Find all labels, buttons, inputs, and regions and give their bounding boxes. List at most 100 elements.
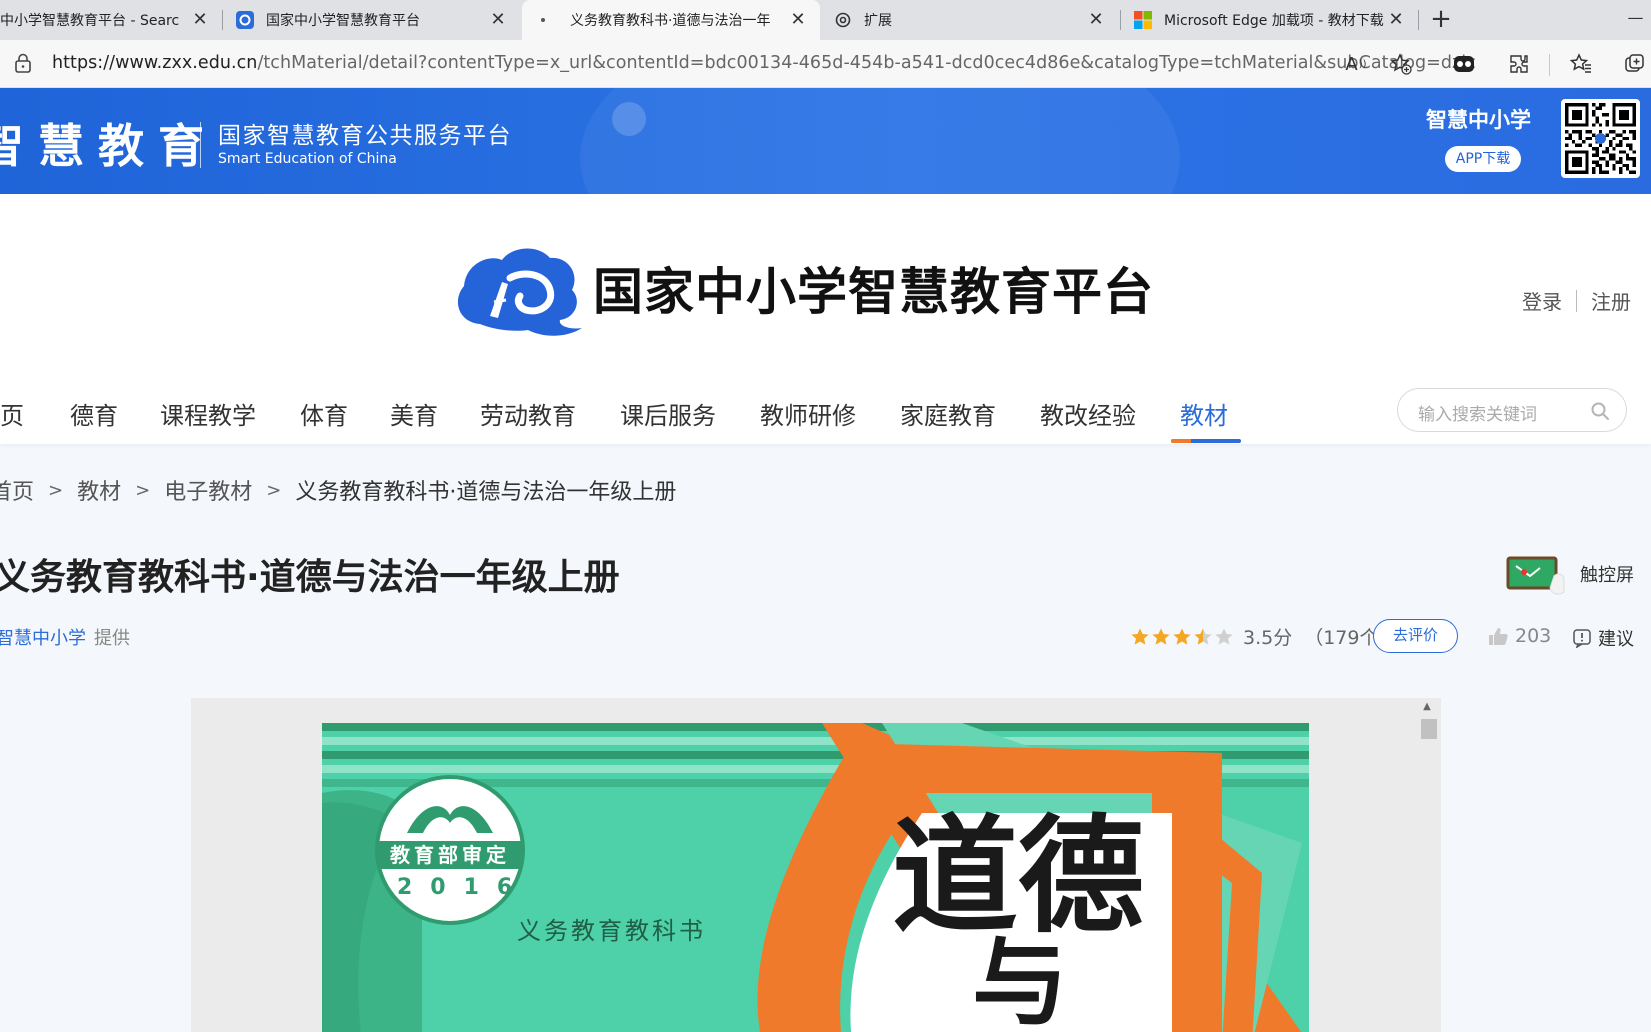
breadcrumb: 首页 > 教材 > 电子教材 > 义务教育教科书·道德与法治一年级上册 xyxy=(0,474,676,506)
read-aloud-icon[interactable]: A)) xyxy=(1342,50,1370,78)
close-icon[interactable]: ✕ xyxy=(1086,10,1106,30)
banner-title[interactable]: 国家智慧教育公共服务平台 xyxy=(218,116,512,150)
auth-links: 登录 注册 xyxy=(1522,286,1631,315)
textbook-viewer[interactable]: ▲ 教育部审定 2016 义务教育教科书 道德 与 xyxy=(191,698,1441,1032)
collections-app-icon[interactable] xyxy=(1450,50,1478,78)
tab-title: 扩展 xyxy=(864,13,892,29)
read-aloud-glyph: A xyxy=(1345,53,1358,75)
nav-item-courses[interactable]: 课程教学 xyxy=(160,396,256,431)
tab-divider xyxy=(1120,10,1121,30)
nav-item-labor[interactable]: 劳动教育 xyxy=(480,396,576,431)
close-icon[interactable]: ✕ xyxy=(190,10,210,30)
nav-item-reform[interactable]: 教改经验 xyxy=(1040,396,1136,431)
tab-divider xyxy=(1418,10,1419,30)
close-icon[interactable]: ✕ xyxy=(788,10,808,30)
auth-divider xyxy=(1576,289,1577,312)
star-icon xyxy=(1173,628,1191,645)
star-icon xyxy=(1194,628,1212,645)
touch-screen-label: 触控屏 xyxy=(1580,565,1634,586)
banner-subtitle: Smart Education of China xyxy=(218,151,397,167)
provider-line: 智慧中小学 提供 xyxy=(0,624,130,650)
rate-button[interactable]: 去评价 xyxy=(1373,619,1458,653)
extensions-icon[interactable] xyxy=(1505,50,1533,78)
url-host: https://www.zxx.edu.cn xyxy=(52,53,258,73)
add-favorite-icon[interactable] xyxy=(1387,50,1415,78)
toolbar-divider xyxy=(1549,54,1550,76)
like-button[interactable]: 203 xyxy=(1487,625,1551,647)
scroll-up-arrow-icon[interactable]: ▲ xyxy=(1422,702,1432,712)
loading-dot-icon xyxy=(534,11,552,29)
nav-item-home[interactable]: 首页 xyxy=(0,396,24,431)
badge-book-icon xyxy=(403,793,497,835)
login-link[interactable]: 登录 xyxy=(1522,286,1562,315)
tab-textbook-active[interactable]: 义务教育教科书·道德与法治一年 ✕ xyxy=(522,0,820,40)
banner-logo-text[interactable]: 智慧教育 xyxy=(0,110,218,176)
nav-item-teacher-training[interactable]: 教师研修 xyxy=(760,396,856,431)
nav-active-indicator xyxy=(1171,439,1241,443)
banner-divider xyxy=(200,122,201,168)
provider-name[interactable]: 智慧中小学 xyxy=(0,628,86,649)
rating: 3.5分 （179个） xyxy=(1130,623,1397,650)
touch-screen-button[interactable]: 触控屏 xyxy=(1506,552,1634,596)
app-name: 智慧中小学 xyxy=(1426,108,1531,132)
tab-title: 中小学智慧教育平台 - Searc xyxy=(0,13,180,29)
feedback-icon xyxy=(1573,629,1591,648)
badge-top-text: 教育部审定 xyxy=(379,841,521,869)
breadcrumb-current: 义务教育教科书·道德与法治一年级上册 xyxy=(295,480,677,505)
tab-platform[interactable]: 国家中小学智慧教育平台 ✕ xyxy=(224,0,520,40)
search-box[interactable]: 输入搜索关键词 xyxy=(1397,388,1627,432)
textbook-cover-page: 教育部审定 2016 义务教育教科书 道德 与 xyxy=(322,723,1309,1032)
tab-search[interactable]: 中小学智慧教育平台 - Searc ✕ xyxy=(0,0,222,40)
site-icon xyxy=(236,11,254,29)
microsoft-icon xyxy=(1134,11,1152,29)
tab-title: 义务教育教科书·道德与法治一年 xyxy=(570,13,771,29)
extensions-icon xyxy=(834,11,852,29)
address-bar: https://www.zxx.edu.cn/tchMaterial/detai… xyxy=(0,40,1651,88)
nav-item-moral[interactable]: 德育 xyxy=(70,396,118,431)
approval-badge: 教育部审定 2016 xyxy=(375,775,525,925)
register-link[interactable]: 注册 xyxy=(1591,286,1631,315)
touch-board-icon xyxy=(1506,556,1565,595)
platform-logo-icon[interactable] xyxy=(450,242,596,344)
new-tab-button[interactable]: + xyxy=(1427,6,1455,34)
app-download-button[interactable]: APP下载 xyxy=(1445,146,1521,172)
site-header: 国家中小学智慧教育平台 登录 注册 xyxy=(0,194,1651,364)
breadcrumb-separator: > xyxy=(135,479,151,501)
tab-divider xyxy=(222,10,223,30)
browser-tab-bar: 中小学智慧教育平台 - Searc ✕ 国家中小学智慧教育平台 ✕ 义务教育教科… xyxy=(0,0,1651,40)
breadcrumb-separator: > xyxy=(266,479,282,501)
close-icon[interactable]: ✕ xyxy=(488,10,508,30)
nav-item-textbooks[interactable]: 教材 xyxy=(1180,396,1228,431)
nav-item-sports[interactable]: 体育 xyxy=(300,396,348,431)
search-icon[interactable] xyxy=(1590,401,1610,421)
breadcrumb-home[interactable]: 首页 xyxy=(0,474,34,506)
suggest-button[interactable]: 建议 xyxy=(1572,625,1634,651)
breadcrumb-textbooks[interactable]: 教材 xyxy=(77,474,121,506)
close-icon[interactable]: ✕ xyxy=(1386,10,1406,30)
collections-icon[interactable] xyxy=(1621,50,1649,78)
qr-code-icon xyxy=(1561,99,1640,178)
tab-extensions[interactable]: 扩展 ✕ xyxy=(822,0,1118,40)
banner-decoration xyxy=(612,102,646,136)
site-name[interactable]: 国家中小学智慧教育平台 xyxy=(593,252,1154,324)
main-nav: 首页 德育 课程教学 体育 美育 劳动教育 课后服务 教师研修 家庭教育 教改经… xyxy=(0,364,1651,444)
url-field[interactable]: https://www.zxx.edu.cn/tchMaterial/detai… xyxy=(52,53,1476,73)
nav-item-arts[interactable]: 美育 xyxy=(390,396,438,431)
like-count: 203 xyxy=(1515,625,1552,647)
search-input[interactable]: 输入搜索关键词 xyxy=(1418,400,1537,425)
tab-title: Microsoft Edge 加载项 - 教材下载 xyxy=(1164,13,1384,29)
viewer-scrollbar[interactable] xyxy=(1421,719,1437,739)
top-banner: 智慧教育 国家智慧教育公共服务平台 Smart Education of Chi… xyxy=(0,88,1651,194)
favorites-icon[interactable] xyxy=(1567,50,1595,78)
provider-suffix: 提供 xyxy=(94,628,130,649)
tab-edge-addons[interactable]: Microsoft Edge 加载项 - 教材下载 ✕ xyxy=(1122,0,1418,40)
rating-stars xyxy=(1130,627,1235,647)
cover-title: 道德 xyxy=(892,802,1144,950)
url-path: /tchMaterial/detail?contentType=x_url&co… xyxy=(257,53,1476,73)
nav-item-after-school[interactable]: 课后服务 xyxy=(620,396,716,431)
star-icon xyxy=(1215,628,1233,645)
breadcrumb-e-textbooks[interactable]: 电子教材 xyxy=(164,474,252,506)
minimize-button[interactable]: — xyxy=(1620,8,1651,28)
nav-item-family[interactable]: 家庭教育 xyxy=(900,396,996,431)
lock-icon[interactable] xyxy=(14,53,32,73)
